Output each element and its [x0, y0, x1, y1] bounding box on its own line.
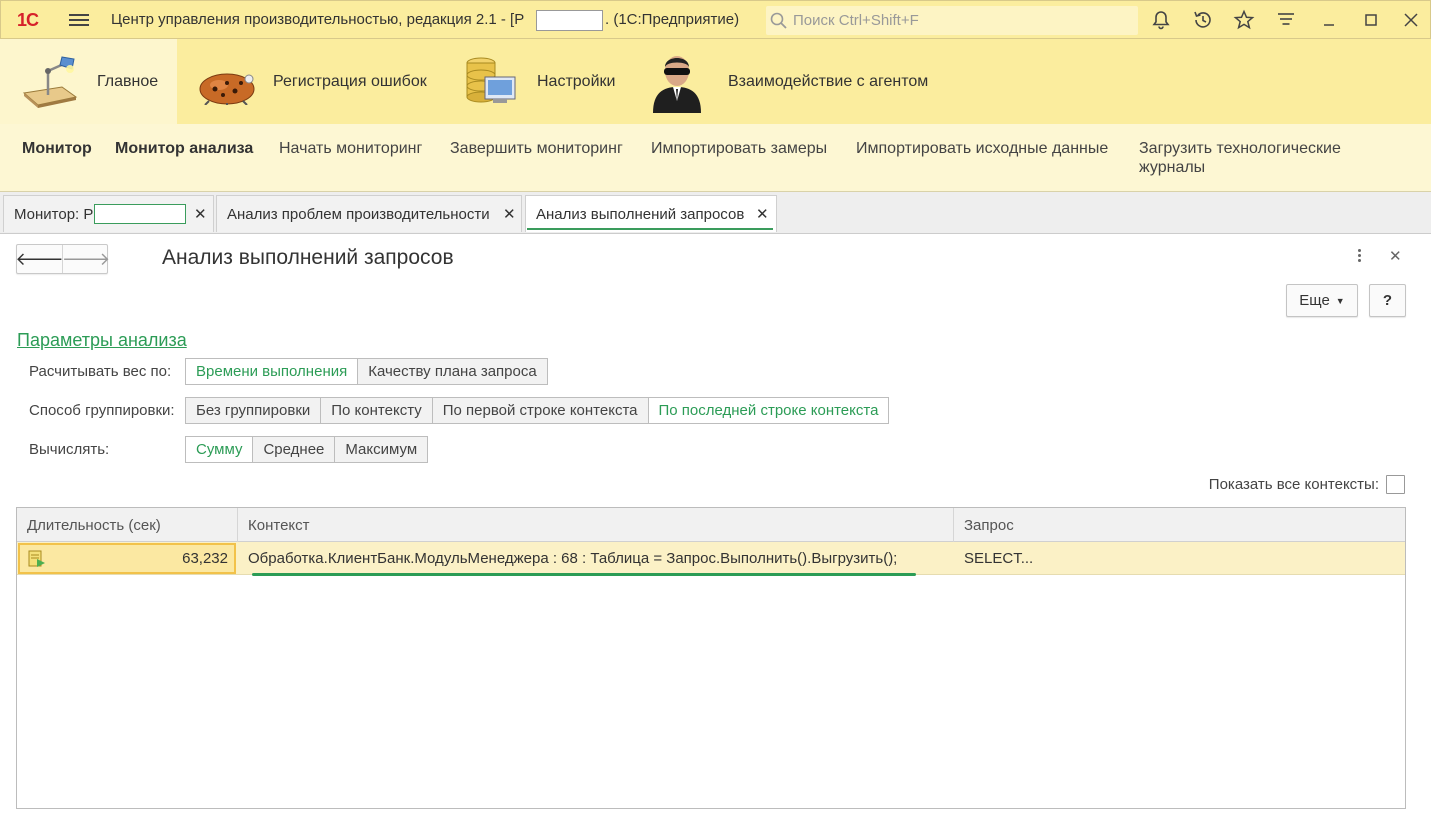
close-form-icon[interactable]: ✕ — [1389, 247, 1402, 265]
command-stop-monitoring[interactable]: Завершить мониторинг — [450, 140, 623, 158]
chevron-down-icon: ▼ — [1335, 295, 1345, 306]
active-tab-indicator — [527, 228, 773, 230]
grouping-option-last-line[interactable]: По последней строке контекста — [647, 397, 890, 424]
command-load-tech-logs[interactable]: Загрузить технологические — [1139, 140, 1341, 158]
section-agent-interaction[interactable]: Взаимодействие с агентом — [625, 39, 955, 124]
redacted-field — [536, 10, 603, 31]
desk-lamp-icon — [22, 56, 78, 108]
window-title: Центр управления производительностью, ре… — [111, 11, 525, 28]
section-label: Взаимодействие с агентом — [728, 72, 929, 90]
column-query[interactable]: Запрос — [954, 508, 1405, 542]
bell-icon[interactable] — [1150, 9, 1172, 31]
open-windows-tabs: Монитор: Р ✕ Анализ проблем производител… — [0, 192, 1431, 234]
sections-panel: Главное Регистрация ошибок Настройки Вза… — [0, 39, 1431, 124]
results-table: Длительность (сек) Контекст Запрос 63,23… — [16, 507, 1406, 809]
column-duration[interactable]: Длительность (сек) — [17, 508, 238, 542]
table-header: Длительность (сек) Контекст Запрос — [17, 508, 1405, 542]
form-area: 🡐 🡒 Анализ выполнений запросов ✕ Еще ▼ ?… — [0, 234, 1431, 825]
show-all-contexts-checkbox[interactable] — [1386, 475, 1405, 494]
section-error-registration[interactable]: Регистрация ошибок — [177, 39, 435, 124]
command-start-monitoring[interactable]: Начать мониторинг — [279, 140, 422, 158]
database-settings-icon — [466, 57, 516, 103]
command-load-tech-logs-line2[interactable]: журналы — [1139, 159, 1205, 177]
page-title: Анализ выполнений запросов — [162, 246, 454, 269]
weight-option-exec-time[interactable]: Времени выполнения — [185, 358, 359, 385]
calc-option-sum[interactable]: Сумму — [185, 436, 254, 463]
settings-menu-icon[interactable] — [1275, 9, 1297, 31]
section-label: Регистрация ошибок — [273, 72, 427, 90]
agent-icon — [653, 56, 701, 113]
close-tab-icon[interactable]: ✕ — [503, 205, 516, 223]
more-button[interactable]: Еще ▼ — [1286, 284, 1358, 317]
redacted-field — [94, 204, 187, 224]
star-icon[interactable] — [1233, 9, 1255, 31]
title-bar: 1С Центр управления производительностью,… — [0, 0, 1431, 39]
tab-monitor[interactable]: Монитор: Р ✕ — [3, 195, 214, 232]
bug-icon — [199, 73, 255, 105]
calc-selector: Сумму Среднее Максимум — [185, 436, 429, 463]
column-context[interactable]: Контекст — [238, 508, 954, 542]
weight-selector: Времени выполнения Качеству плана запрос… — [185, 358, 548, 385]
section-settings[interactable]: Настройки — [435, 39, 625, 124]
command-analysis-monitor[interactable]: Монитор анализа — [115, 140, 253, 158]
main-menu-icon[interactable] — [69, 11, 89, 29]
calc-option-average[interactable]: Среднее — [252, 436, 336, 463]
close-tab-icon[interactable]: ✕ — [756, 205, 769, 223]
more-button-label: Еще — [1299, 292, 1330, 309]
section-label: Главное — [97, 72, 159, 90]
maximize-icon[interactable] — [1360, 9, 1382, 31]
command-import-source-data[interactable]: Импортировать исходные данные — [856, 140, 1108, 158]
help-button[interactable]: ? — [1369, 284, 1406, 317]
command-bar: Монитор Монитор анализа Начать мониторин… — [0, 124, 1431, 192]
grouping-option-context[interactable]: По контексту — [320, 397, 433, 424]
app-logo: 1С — [17, 10, 39, 30]
grouping-label: Способ группировки: — [29, 402, 175, 419]
weight-label: Расчитывать вес по: — [29, 363, 172, 380]
query-cell: SELECT... — [964, 550, 1034, 567]
query-record-icon — [28, 550, 45, 567]
table-row[interactable]: 63,232 Обработка.КлиентБанк.МодульМенедж… — [17, 542, 1405, 576]
calc-label: Вычислять: — [29, 441, 110, 458]
tab-performance-problems[interactable]: Анализ проблем производительности ✕ — [216, 195, 522, 232]
context-cell: Обработка.КлиентБанк.МодульМенеджера : 6… — [248, 550, 898, 567]
duration-cell: 63,232 — [182, 550, 228, 567]
grouping-selector: Без группировки По контексту По первой с… — [185, 397, 890, 424]
calc-option-max[interactable]: Максимум — [334, 436, 429, 463]
search-placeholder: Поиск Ctrl+Shift+F — [793, 12, 919, 29]
navigation-buttons: 🡐 🡒 — [15, 244, 110, 274]
back-arrow-icon[interactable]: 🡐 — [15, 245, 64, 273]
history-icon[interactable] — [1192, 9, 1214, 31]
command-import-measurements[interactable]: Импортировать замеры — [651, 140, 827, 158]
tab-query-execution-analysis[interactable]: Анализ выполнений запросов ✕ — [525, 195, 777, 232]
command-monitor[interactable]: Монитор — [22, 140, 92, 158]
tab-label: Анализ выполнений запросов — [536, 205, 745, 223]
context-highlight — [252, 573, 916, 576]
grouping-option-none[interactable]: Без группировки — [185, 397, 322, 424]
close-tab-icon[interactable]: ✕ — [194, 205, 207, 223]
minimize-icon[interactable] — [1319, 9, 1341, 31]
close-window-icon[interactable] — [1400, 9, 1422, 31]
grouping-option-first-line[interactable]: По первой строке контекста — [431, 397, 649, 424]
global-search-input[interactable]: Поиск Ctrl+Shift+F — [766, 6, 1138, 35]
tab-label: Монитор: Р — [14, 205, 94, 223]
forward-arrow-icon[interactable]: 🡒 — [62, 245, 110, 273]
analysis-params-link[interactable]: Параметры анализа — [17, 330, 187, 351]
section-main[interactable]: Главное — [0, 39, 177, 124]
search-icon — [770, 12, 787, 29]
section-label: Настройки — [537, 72, 616, 90]
tab-label: Анализ проблем производительности — [227, 205, 490, 223]
weight-option-plan-quality[interactable]: Качеству плана запроса — [357, 358, 548, 385]
window-title-suffix: . (1С:Предприятие) — [605, 11, 740, 28]
more-actions-icon[interactable] — [1354, 247, 1364, 267]
show-all-contexts-label: Показать все контексты: — [1208, 476, 1379, 493]
